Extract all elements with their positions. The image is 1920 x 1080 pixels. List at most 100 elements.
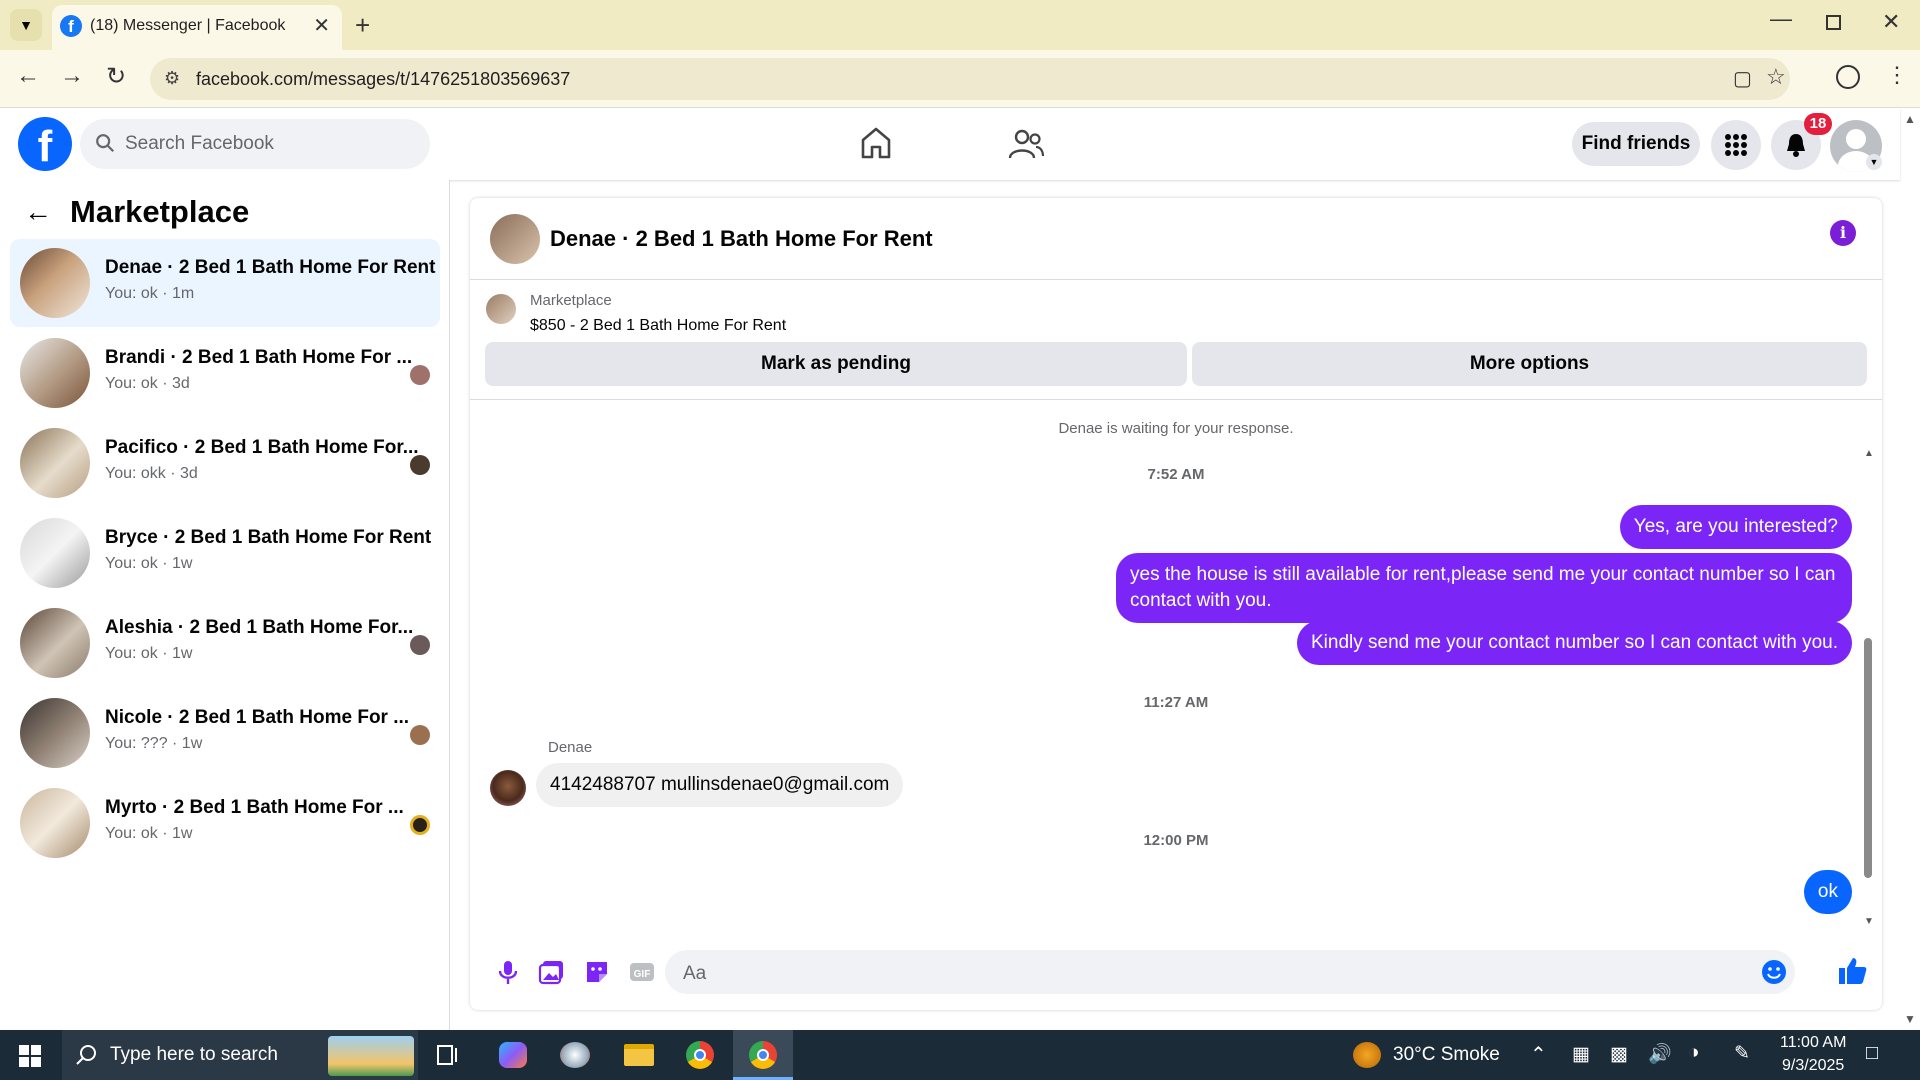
back-icon[interactable]: ←: [16, 62, 40, 90]
notification-center-icon[interactable]: □: [1866, 1042, 1878, 1065]
bookmark-star-icon[interactable]: ☆: [1766, 64, 1786, 90]
svg-text:GIF: GIF: [634, 969, 651, 980]
chrome-icon[interactable]: [686, 1041, 714, 1069]
waiting-notice: Denae is waiting for your response.: [1058, 420, 1294, 437]
conversation-preview: You: ok · 3d: [105, 375, 190, 392]
emoji-icon[interactable]: [1761, 959, 1787, 985]
panel-title: Marketplace: [70, 194, 250, 229]
weather-text[interactable]: 30°C Smoke: [1393, 1044, 1500, 1066]
conversation-name: Pacifico · 2 Bed 1 Bath Home For...: [105, 437, 419, 458]
file-explorer-icon[interactable]: [624, 1044, 654, 1066]
timestamp: 11:27 AM: [1143, 694, 1209, 711]
page-scroll-down-icon[interactable]: ▼: [1904, 1012, 1916, 1026]
sender-avatar[interactable]: [490, 770, 526, 806]
clock-date[interactable]: 9/3/2025: [1782, 1057, 1844, 1075]
pen-icon[interactable]: ✎: [1734, 1042, 1750, 1065]
conversation-item[interactable]: Myrto · 2 Bed 1 Bath Home For ... You: o…: [10, 779, 440, 867]
conversation-preview: You: ok · 1w: [105, 825, 193, 842]
windows-taskbar: Type here to search 30°C Smoke ⌃ ▦ ▩ 🔊 ◑…: [0, 1030, 1920, 1080]
conversation-item[interactable]: Aleshia · 2 Bed 1 Bath Home For... You: …: [10, 599, 440, 687]
browser-tab[interactable]: f (18) Messenger | Facebook ✕: [52, 5, 342, 50]
facebook-logo-icon[interactable]: f: [18, 117, 72, 171]
listing-thumbnail: [20, 338, 90, 408]
mark-as-pending-button[interactable]: Mark as pending: [485, 342, 1187, 386]
tab-list-dropdown-icon[interactable]: ▼: [10, 9, 42, 41]
conversation-name: Nicole · 2 Bed 1 Bath Home For ...: [105, 707, 410, 728]
conversation-name: Aleshia · 2 Bed 1 Bath Home For...: [105, 617, 414, 638]
tab-title: (18) Messenger | Facebook: [90, 17, 286, 34]
meet-now-icon[interactable]: ▦: [1572, 1043, 1590, 1066]
forward-icon[interactable]: →: [60, 62, 84, 90]
network-icon[interactable]: ◑: [1688, 1042, 1699, 1064]
marketplace-listing-bar: Marketplace $850 - 2 Bed 1 Bath Home For…: [470, 280, 1882, 400]
new-tab-icon[interactable]: +: [355, 10, 370, 41]
close-tab-icon[interactable]: ✕: [313, 13, 330, 38]
conversation-item[interactable]: Pacifico · 2 Bed 1 Bath Home For... You:…: [10, 419, 440, 507]
close-window-icon[interactable]: ✕: [1882, 9, 1900, 35]
message-input[interactable]: Aa: [665, 950, 1795, 994]
listing-thumbnail: [20, 518, 90, 588]
listing-mini-thumbnail: [486, 294, 516, 324]
copilot-icon[interactable]: [499, 1042, 527, 1068]
windows-start-icon[interactable]: [19, 1045, 41, 1067]
conversation-item[interactable]: Bryce · 2 Bed 1 Bath Home For Rent You: …: [10, 509, 440, 597]
taskbar-search[interactable]: Type here to search: [62, 1030, 418, 1080]
chrome-icon: [749, 1041, 777, 1069]
app-icon[interactable]: [560, 1042, 590, 1068]
conversation-item[interactable]: Denae · 2 Bed 1 Bath Home For Rent You: …: [10, 239, 440, 327]
search-input[interactable]: Search Facebook: [80, 119, 430, 169]
incoming-message[interactable]: 4142488707 mullinsdenae0@gmail.com: [536, 763, 904, 807]
url-text: facebook.com/messages/t/1476251803569637: [196, 69, 571, 89]
minimize-icon[interactable]: —: [1770, 6, 1792, 32]
more-options-button[interactable]: More options: [1192, 342, 1867, 386]
chat-title[interactable]: Denae · 2 Bed 1 Bath Home For Rent: [550, 226, 933, 252]
chrome-active-window[interactable]: [733, 1030, 793, 1080]
restore-icon[interactable]: [1826, 15, 1841, 30]
browser-menu-icon[interactable]: ⋮: [1886, 62, 1908, 88]
microphone-icon[interactable]: [494, 958, 522, 986]
weather-icon[interactable]: [1353, 1042, 1381, 1068]
conversation-name: Brandi · 2 Bed 1 Bath Home For ...: [105, 347, 413, 368]
find-friends-button[interactable]: Find friends: [1572, 122, 1700, 166]
chat-panel: Denae · 2 Bed 1 Bath Home For Rent i Mar…: [470, 198, 1882, 1010]
participant-avatar: [410, 635, 430, 655]
sticker-icon[interactable]: [583, 958, 611, 986]
task-view-icon[interactable]: [436, 1044, 460, 1066]
listing-title[interactable]: $850 - 2 Bed 1 Bath Home For Rent: [530, 317, 786, 335]
thumbs-up-icon[interactable]: [1836, 955, 1868, 987]
menu-grid-button[interactable]: [1711, 120, 1761, 170]
outgoing-message[interactable]: Kindly send me your contact number so I …: [1297, 621, 1852, 665]
account-chevron-icon[interactable]: ▼: [1866, 154, 1882, 170]
listing-thumbnail: [20, 428, 90, 498]
conversation-preview: You: ok · 1m: [105, 285, 195, 302]
chat-avatar[interactable]: [490, 214, 540, 264]
address-bar[interactable]: ⚙ facebook.com/messages/t/14762518035696…: [150, 58, 1790, 100]
outgoing-message[interactable]: yes the house is still available for ren…: [1116, 553, 1852, 623]
outgoing-message[interactable]: Yes, are you interested?: [1619, 505, 1852, 549]
message-scrollbar[interactable]: ▲ ▼: [1863, 448, 1874, 928]
reload-icon[interactable]: ↻: [106, 62, 126, 91]
conversation-item[interactable]: Brandi · 2 Bed 1 Bath Home For ... You: …: [10, 329, 440, 417]
clock-time[interactable]: 11:00 AM: [1780, 1034, 1846, 1052]
install-app-icon[interactable]: ▢: [1733, 66, 1752, 91]
battery-icon[interactable]: ▩: [1610, 1043, 1628, 1066]
gif-icon[interactable]: GIF: [628, 958, 656, 986]
show-hidden-icons[interactable]: ⌃: [1530, 1042, 1547, 1067]
address-toolbar: ← → ↻ ⚙ facebook.com/messages/t/14762518…: [0, 50, 1920, 108]
site-info-icon[interactable]: ⚙: [164, 68, 180, 89]
conversation-item[interactable]: Nicole · 2 Bed 1 Bath Home For ... You: …: [10, 689, 440, 777]
notification-badge: 18: [1804, 113, 1832, 135]
page-scroll-up-icon[interactable]: ▲: [1904, 112, 1916, 126]
outgoing-message[interactable]: ok: [1803, 870, 1852, 914]
photo-icon[interactable]: [538, 958, 566, 986]
back-arrow-icon[interactable]: ←: [24, 196, 52, 228]
browser-tab-bar: ▼ f (18) Messenger | Facebook ✕ + — ✕: [0, 0, 1920, 50]
home-icon[interactable]: [860, 126, 892, 160]
friends-icon[interactable]: [1008, 128, 1044, 160]
conversation-name: Denae · 2 Bed 1 Bath Home For Rent: [105, 257, 436, 278]
volume-icon[interactable]: 🔊: [1648, 1042, 1672, 1066]
taskbar-search-icon: [76, 1045, 96, 1065]
profile-icon[interactable]: [1836, 65, 1860, 89]
facebook-favicon-icon: f: [60, 15, 82, 37]
info-icon[interactable]: i: [1830, 220, 1856, 246]
